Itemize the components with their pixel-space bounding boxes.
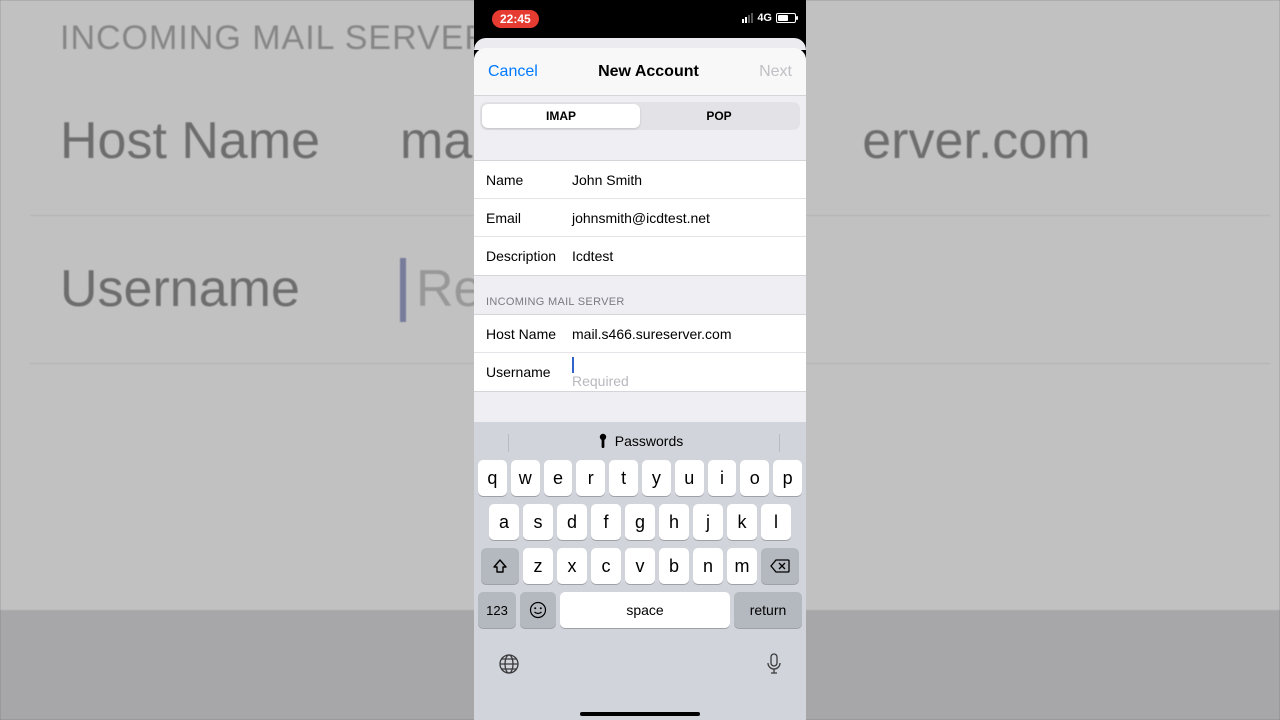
space-key[interactable]: space: [560, 592, 730, 628]
key-l[interactable]: l: [761, 504, 791, 540]
numeric-key[interactable]: 123: [478, 592, 516, 628]
identity-group: Name John Smith Email johnsmith@icdtest.…: [474, 160, 806, 276]
email-row: Email johnsmith@icdtest.net: [474, 199, 806, 237]
key-q[interactable]: q: [478, 460, 507, 496]
key-v[interactable]: v: [625, 548, 655, 584]
return-key[interactable]: return: [734, 592, 802, 628]
keyboard-row-4: 123 space return: [478, 592, 802, 628]
home-indicator[interactable]: [580, 712, 700, 716]
keyboard-bottom-bar: [474, 640, 806, 688]
key-s[interactable]: s: [523, 504, 553, 540]
mic-icon: [766, 653, 782, 675]
key-d[interactable]: d: [557, 504, 587, 540]
onscreen-keyboard[interactable]: Passwords qwertyuiop asdfghjkl zxcvbnm 1…: [474, 422, 806, 720]
key-g[interactable]: g: [625, 504, 655, 540]
email-label: Email: [486, 210, 572, 226]
hostname-field[interactable]: mail.s466.sureserver.com: [572, 326, 794, 342]
globe-icon: [498, 653, 520, 675]
segment-pop[interactable]: POP: [640, 104, 798, 128]
key-z[interactable]: z: [523, 548, 553, 584]
battery-icon: [776, 13, 796, 23]
key-o[interactable]: o: [740, 460, 769, 496]
key-p[interactable]: p: [773, 460, 802, 496]
name-label: Name: [486, 172, 572, 188]
hostname-row: Host Name mail.s466.sureserver.com: [474, 315, 806, 353]
key-h[interactable]: h: [659, 504, 689, 540]
protocol-segmented-control[interactable]: IMAP POP: [480, 102, 800, 130]
key-e[interactable]: e: [544, 460, 573, 496]
key-x[interactable]: x: [557, 548, 587, 584]
text-cursor-icon: [572, 357, 574, 373]
key-t[interactable]: t: [609, 460, 638, 496]
emoji-key[interactable]: [520, 592, 556, 628]
key-n[interactable]: n: [693, 548, 723, 584]
backspace-key[interactable]: [761, 548, 799, 584]
username-input[interactable]: [572, 373, 794, 389]
autofill-passwords-label: Passwords: [615, 433, 683, 449]
dictation-key[interactable]: [766, 653, 782, 675]
username-row: Username: [474, 353, 806, 391]
incoming-section-header: INCOMING MAIL SERVER: [474, 276, 806, 314]
name-field[interactable]: John Smith: [572, 172, 794, 188]
keyboard-row-1: qwertyuiop: [478, 460, 802, 496]
backspace-icon: [770, 559, 790, 573]
username-label: Username: [486, 364, 572, 380]
next-button[interactable]: Next: [759, 63, 792, 81]
key-j[interactable]: j: [693, 504, 723, 540]
key-b[interactable]: b: [659, 548, 689, 584]
incoming-server-group: Host Name mail.s466.sureserver.com Usern…: [474, 314, 806, 392]
keyboard-row-2: asdfghjkl: [478, 504, 802, 540]
description-row: Description Icdtest: [474, 237, 806, 275]
key-m[interactable]: m: [727, 548, 757, 584]
status-time-recording: 22:45: [492, 10, 539, 28]
cancel-button[interactable]: Cancel: [488, 63, 538, 81]
key-k[interactable]: k: [727, 504, 757, 540]
new-account-sheet: Cancel New Account Next IMAP POP Name Jo…: [474, 48, 806, 720]
status-bar: 22:45 4G: [474, 0, 806, 38]
autofill-bar[interactable]: Passwords: [474, 422, 806, 460]
keyboard-row-3: zxcvbnm: [478, 548, 802, 584]
email-field[interactable]: johnsmith@icdtest.net: [572, 210, 794, 226]
key-c[interactable]: c: [591, 548, 621, 584]
hostname-label: Host Name: [486, 326, 572, 342]
key-icon: [597, 433, 609, 449]
segment-imap[interactable]: IMAP: [482, 104, 640, 128]
key-a[interactable]: a: [489, 504, 519, 540]
name-row: Name John Smith: [474, 161, 806, 199]
sheet-navbar: Cancel New Account Next: [474, 48, 806, 96]
key-y[interactable]: y: [642, 460, 671, 496]
username-field[interactable]: [572, 355, 794, 388]
shift-icon: [492, 558, 508, 574]
shift-key[interactable]: [481, 548, 519, 584]
globe-key[interactable]: [498, 653, 520, 675]
key-r[interactable]: r: [576, 460, 605, 496]
sheet-title: New Account: [598, 63, 699, 81]
key-f[interactable]: f: [591, 504, 621, 540]
key-w[interactable]: w: [511, 460, 540, 496]
description-label: Description: [486, 248, 572, 264]
key-u[interactable]: u: [675, 460, 704, 496]
phone-frame: 22:45 4G Cancel New Account Next IMAP PO…: [474, 0, 806, 720]
emoji-icon: [529, 601, 547, 619]
description-field[interactable]: Icdtest: [572, 248, 794, 264]
key-i[interactable]: i: [708, 460, 737, 496]
signal-bars-icon: [742, 13, 753, 23]
network-label: 4G: [757, 12, 772, 24]
